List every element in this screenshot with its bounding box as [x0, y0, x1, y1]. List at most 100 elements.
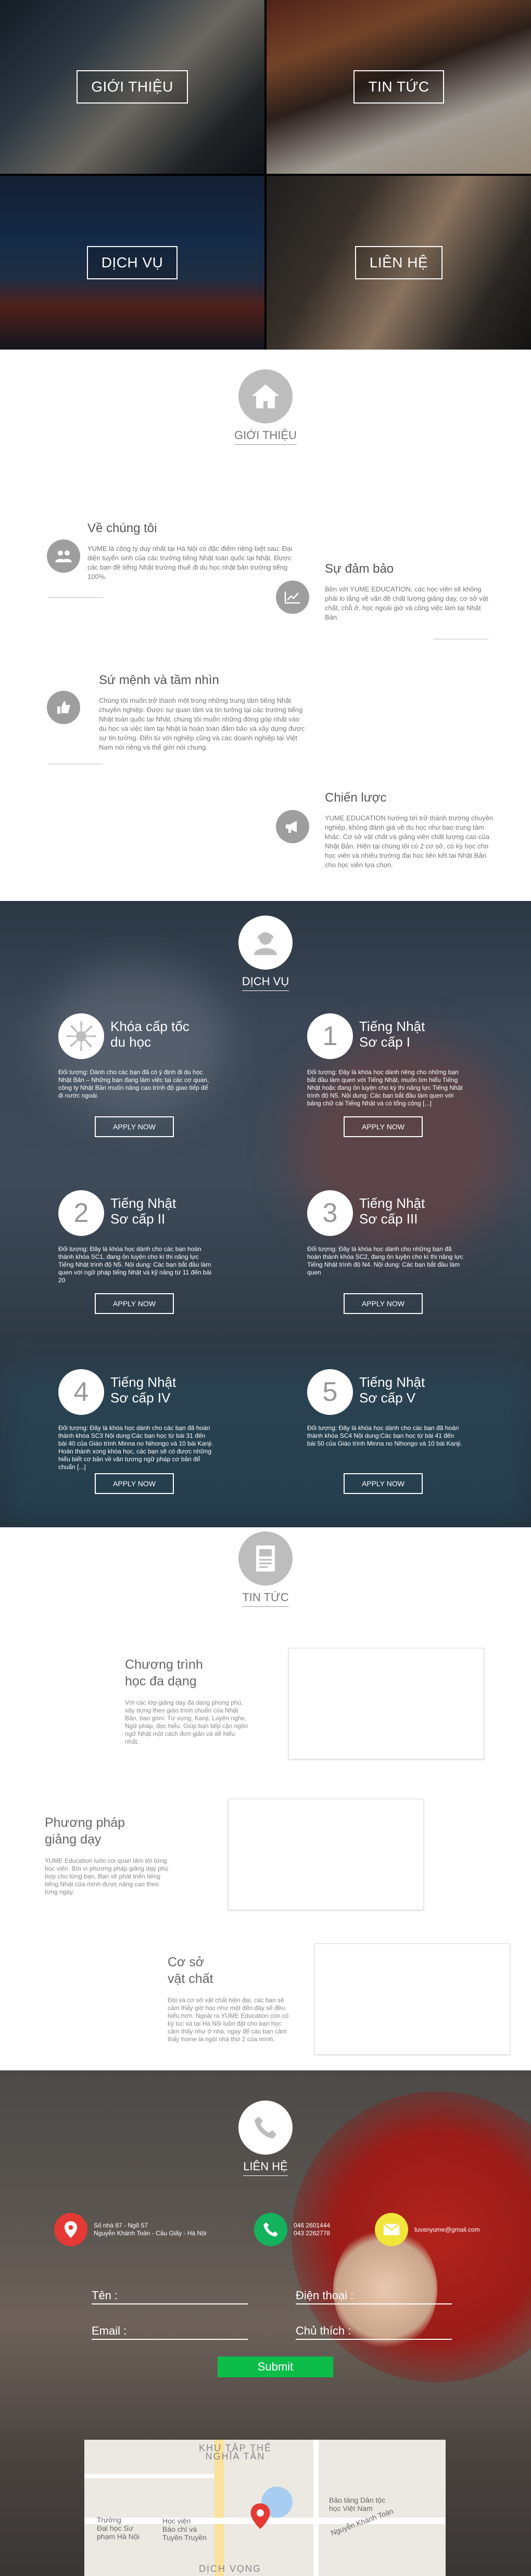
- map-label-school: Trường Đại học Sư phạm Hà Nội: [97, 2516, 140, 2541]
- service-title-line1: Khóa cấp tốc: [110, 1019, 189, 1034]
- service-title: Tiếng Nhật Sơ cấp I: [359, 1019, 425, 1050]
- service-title-line1: Tiếng Nhật: [359, 1195, 425, 1211]
- map-label-museum: Bảo tàng Dân tộc học Việt Nam: [329, 2496, 386, 2513]
- hero-tile-about[interactable]: GIỚI THIỆU: [0, 0, 264, 174]
- number-badge: 1: [307, 1013, 353, 1059]
- address-text: Số nhà 87 - Ngõ 57 Nguyễn Khánh Toàn - Cầ…: [94, 2222, 207, 2237]
- support-agent-icon: [238, 916, 293, 970]
- about-section: GIỚI THIỆU Về chúng tôi YUME là công ty …: [0, 350, 531, 901]
- star-burst-icon: [58, 1013, 104, 1059]
- services-title: DỊCH VỤ: [242, 975, 289, 991]
- news-item-teaching[interactable]: Phương pháp giảng dạy YUME Education luôn…: [45, 1814, 170, 1896]
- email-text: tuvanyume@gmail.com: [414, 2225, 480, 2233]
- service-text: Đối tượng: Dành cho các bạn đã có ý định…: [58, 1068, 209, 1099]
- news-item-text: Đội và cơ sở vật chất hiện đại, các bạn …: [168, 1997, 289, 2043]
- about-item-guarantee: Sự đảm bảo Bên với YUME EDUCATION, các h…: [325, 562, 491, 622]
- service-title: Tiếng Nhật Sơ cấp III: [359, 1195, 425, 1227]
- service-text: Đối tượng: Đây là khóa học dành cho các …: [58, 1424, 213, 1471]
- about-item-about-us: Về chúng tôi YUME là công ty duy nhất tạ…: [87, 521, 306, 582]
- news-image-placeholder[interactable]: [288, 1648, 484, 1759]
- contact-section: LIÊN HỆ Số nhà 87 - Ngõ 57 Nguyễn Khánh T…: [0, 2070, 531, 2576]
- service-card-sc2: 2 Tiếng Nhật Sơ cấp II Đối tượng: Đây là …: [58, 1190, 214, 1315]
- news-title-line1: Chương trình: [125, 1657, 203, 1672]
- map-label-academy: Học viện Báo chí và Tuyên Truyền: [162, 2517, 207, 2542]
- map-label-district: KHU TẬP THỂ NGHĨA TÂN: [199, 2443, 272, 2462]
- divider: [48, 597, 103, 598]
- service-card-express: Khóa cấp tốc du học Đối tượng: Dành cho c…: [58, 1013, 214, 1138]
- service-title-line2: du học: [110, 1034, 151, 1050]
- phone-field[interactable]: Điện thoại :: [296, 2289, 452, 2304]
- about-item-text: Chúng tôi muốn trở thành một trong những…: [99, 697, 305, 751]
- apply-now-button[interactable]: APPLY NOW: [344, 1116, 423, 1137]
- service-title: Khóa cấp tốc du học: [110, 1019, 189, 1050]
- news-image-placeholder[interactable]: [314, 1943, 510, 2055]
- apply-now-button[interactable]: APPLY NOW: [344, 1293, 423, 1314]
- contact-title: LIÊN HỆ: [243, 2160, 288, 2176]
- news-image-placeholder[interactable]: [228, 1799, 424, 1910]
- apply-now-button[interactable]: APPLY NOW: [95, 1293, 174, 1314]
- services-section: DỊCH VỤ Khóa cấp tốc du học Đối tượng: Dà…: [0, 901, 531, 1527]
- service-title-line2: Sơ cấp V: [359, 1390, 416, 1406]
- phone-line1: 046 2601444: [294, 2222, 331, 2229]
- hero-grid: GIỚI THIỆU TIN TỨC DỊCH VỤ LIÊN HỆ: [0, 0, 531, 350]
- map-road: [84, 2474, 214, 2478]
- hero-services-button[interactable]: DỊCH VỤ: [86, 246, 178, 279]
- phone-text: 046 2601444 043 2262778: [294, 2222, 330, 2237]
- news-title: TIN TỨC: [242, 1591, 289, 1607]
- news-item-title: Cơ sở vật chất: [168, 1954, 293, 1987]
- service-card-sc1: 1 Tiếng Nhật Sơ cấp I Đối tượng: Đây là k…: [307, 1013, 463, 1138]
- hero-news-button[interactable]: TIN TỨC: [353, 70, 444, 104]
- address-line1: Số nhà 87 - Ngõ 57: [94, 2222, 148, 2229]
- apply-now-button[interactable]: APPLY NOW: [95, 1473, 174, 1494]
- submit-button[interactable]: Submit: [218, 2356, 333, 2377]
- about-header: GIỚI THIỆU: [0, 369, 531, 445]
- news-item-text: Với các lớp giảng dạy đa dạng phong phú,…: [125, 1699, 248, 1745]
- note-field-label: Chủ thích :: [296, 2324, 351, 2337]
- service-title-line2: Sơ cấp I: [359, 1034, 410, 1050]
- users-icon: [47, 539, 80, 573]
- news-title-line2: học đa dạng: [125, 1674, 197, 1689]
- news-item-facilities[interactable]: Cơ sở vật chất Đội và cơ sở vật chất hiện…: [168, 1954, 293, 2043]
- news-section: TIN TỨC Chương trình học đa dạng Với các …: [0, 1527, 531, 2070]
- news-item-title: Chương trình học đa dạng: [125, 1656, 250, 1690]
- apply-now-button[interactable]: APPLY NOW: [95, 1116, 174, 1137]
- about-item-text: YUME EDUCATION hướng tới trở thành trườn…: [325, 814, 493, 869]
- about-item-title: Về chúng tôi: [87, 521, 157, 535]
- map-road: [313, 2440, 319, 2576]
- number-badge: 3: [307, 1190, 353, 1236]
- hero-tile-news[interactable]: TIN TỨC: [267, 0, 531, 174]
- service-title: Tiếng Nhật Sơ cấp II: [110, 1195, 176, 1227]
- news-item-title: Phương pháp giảng dạy: [45, 1814, 170, 1848]
- service-card-sc3: 3 Tiếng Nhật Sơ cấp III Đối tượng: Đây là…: [307, 1190, 463, 1315]
- contact-header: LIÊN HỆ: [0, 2101, 531, 2176]
- service-title-line2: Sơ cấp II: [110, 1211, 166, 1227]
- location-map[interactable]: KHU TẬP THỂ NGHĨA TÂN Trường Đại học Sư …: [84, 2440, 446, 2576]
- about-title: GIỚI THIỆU: [234, 429, 297, 445]
- email-field[interactable]: Email :: [92, 2324, 248, 2340]
- map-pin-icon: [54, 2213, 87, 2246]
- number-badge: 2: [58, 1190, 104, 1236]
- name-field[interactable]: Tên :: [92, 2289, 248, 2304]
- news-item-text: YUME Education luôn coi quan tâm tới từn…: [45, 1857, 169, 1896]
- map-pin-icon[interactable]: [250, 2502, 271, 2533]
- apply-now-button[interactable]: APPLY NOW: [344, 1473, 423, 1494]
- about-item-text: Bên với YUME EDUCATION, các học viên sẽ …: [325, 585, 488, 621]
- name-field-label: Tên :: [92, 2289, 118, 2302]
- hero-tile-services[interactable]: DỊCH VỤ: [0, 176, 264, 350]
- news-title-line1: Cơ sở: [168, 1955, 205, 1969]
- about-item-mission: Sứ mệnh và tầm nhìn Chúng tôi muốn trở t…: [99, 673, 307, 752]
- news-item-programs[interactable]: Chương trình học đa dạng Với các lớp giản…: [125, 1656, 250, 1746]
- hero-about-button[interactable]: GIỚI THIỆU: [77, 70, 188, 104]
- newspaper-icon: [238, 1531, 293, 1586]
- hero-contact-button[interactable]: LIÊN HỆ: [355, 246, 443, 279]
- map-label-area: DỊCH VỌNG: [199, 2564, 262, 2574]
- service-title: Tiếng Nhật Sơ cấp IV: [110, 1374, 176, 1406]
- service-title: Tiếng Nhật Sơ cấp V: [359, 1374, 425, 1406]
- news-title-line1: Phương pháp: [45, 1815, 125, 1830]
- hero-tile-contact[interactable]: LIÊN HỆ: [267, 176, 531, 350]
- service-text: Đối tượng: Đây là khóa học dành cho các …: [58, 1245, 211, 1284]
- note-field[interactable]: Chủ thích :: [296, 2324, 452, 2340]
- chart-icon: [276, 581, 309, 614]
- phone-info: 046 2601444 043 2262778: [254, 2213, 330, 2246]
- about-item-strategy: Chiến lược YUME EDUCATION hướng tới trở …: [325, 791, 497, 870]
